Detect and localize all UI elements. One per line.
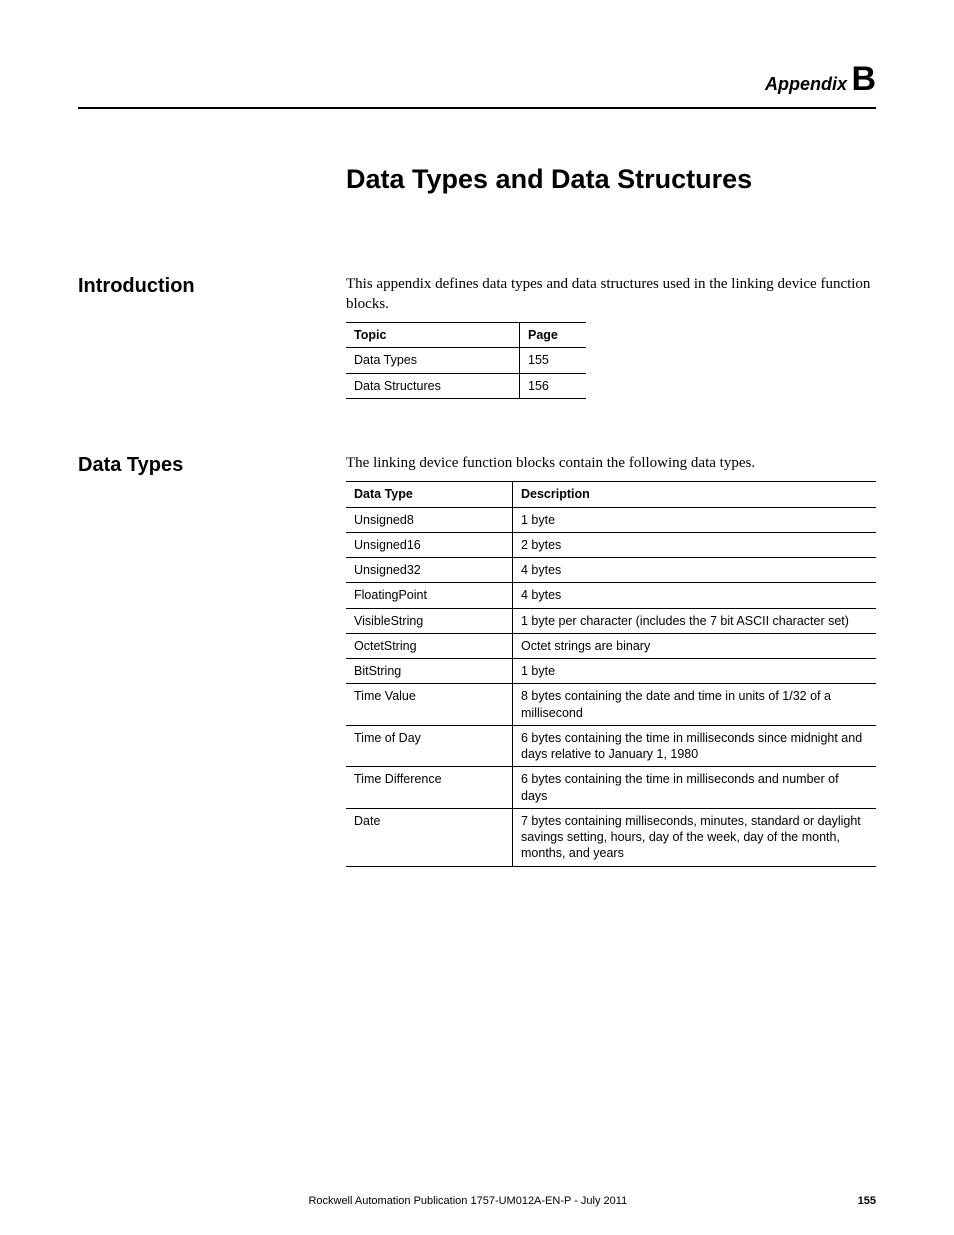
datatype-cell: OctetString [346,633,513,658]
description-cell: Octet strings are binary [513,633,877,658]
description-cell: 8 bytes containing the date and time in … [513,684,877,726]
description-cell: 4 bytes [513,583,877,608]
data-types-table: Data Type Description Unsigned8 1 byte U… [346,481,876,866]
introduction-section: Introduction This appendix defines data … [78,275,876,399]
data-types-heading: Data Types [78,454,346,477]
topic-cell: Data Types [346,348,520,373]
introduction-paragraph: This appendix defines data types and dat… [346,275,876,314]
table-row: Unsigned16 2 bytes [346,532,876,557]
table-row: Unsigned8 1 byte [346,507,876,532]
datatype-cell: Time Difference [346,767,513,809]
appendix-label: Appendix [765,74,847,94]
page-cell: 156 [520,373,587,398]
data-types-paragraph: The linking device function blocks conta… [346,454,876,474]
table-row: Time Difference 6 bytes containing the t… [346,767,876,809]
table-row: Data Structures 156 [346,373,586,398]
description-cell: 2 bytes [513,532,877,557]
datatype-cell: Unsigned32 [346,558,513,583]
description-header: Description [513,482,877,507]
table-row: OctetString Octet strings are binary [346,633,876,658]
datatype-cell: Date [346,808,513,866]
header-rule [78,107,876,109]
datatype-cell: Time of Day [346,725,513,767]
table-row: Data Types 155 [346,348,586,373]
datatype-cell: Time Value [346,684,513,726]
chapter-title: Data Types and Data Structures [346,164,876,195]
description-cell: 6 bytes containing the time in milliseco… [513,725,877,767]
datatype-cell: BitString [346,659,513,684]
data-types-section: Data Types The linking device function b… [78,454,876,867]
page-cell: 155 [520,348,587,373]
datatype-cell: VisibleString [346,608,513,633]
table-row: BitString 1 byte [346,659,876,684]
table-row: FloatingPoint 4 bytes [346,583,876,608]
page-header: Appendix B [78,60,876,99]
datatype-header: Data Type [346,482,513,507]
topic-header: Topic [346,323,520,348]
description-cell: 4 bytes [513,558,877,583]
topic-cell: Data Structures [346,373,520,398]
footer-publication: Rockwell Automation Publication 1757-UM0… [78,1195,858,1207]
description-cell: 1 byte [513,507,877,532]
table-row: Date 7 bytes containing milliseconds, mi… [346,808,876,866]
footer-page-number: 155 [858,1195,876,1207]
description-cell: 1 byte per character (includes the 7 bit… [513,608,877,633]
appendix-letter: B [851,60,876,98]
description-cell: 6 bytes containing the time in milliseco… [513,767,877,809]
datatype-cell: FloatingPoint [346,583,513,608]
table-row: VisibleString 1 byte per character (incl… [346,608,876,633]
table-row: Time of Day 6 bytes containing the time … [346,725,876,767]
datatype-cell: Unsigned8 [346,507,513,532]
page-footer: Rockwell Automation Publication 1757-UM0… [78,1195,876,1207]
description-cell: 7 bytes containing milliseconds, minutes… [513,808,877,866]
datatype-cell: Unsigned16 [346,532,513,557]
table-row: Unsigned32 4 bytes [346,558,876,583]
topic-table: Topic Page Data Types 155 Data Structure… [346,322,586,399]
table-row: Time Value 8 bytes containing the date a… [346,684,876,726]
introduction-heading: Introduction [78,275,346,298]
description-cell: 1 byte [513,659,877,684]
page-header-cell: Page [520,323,587,348]
